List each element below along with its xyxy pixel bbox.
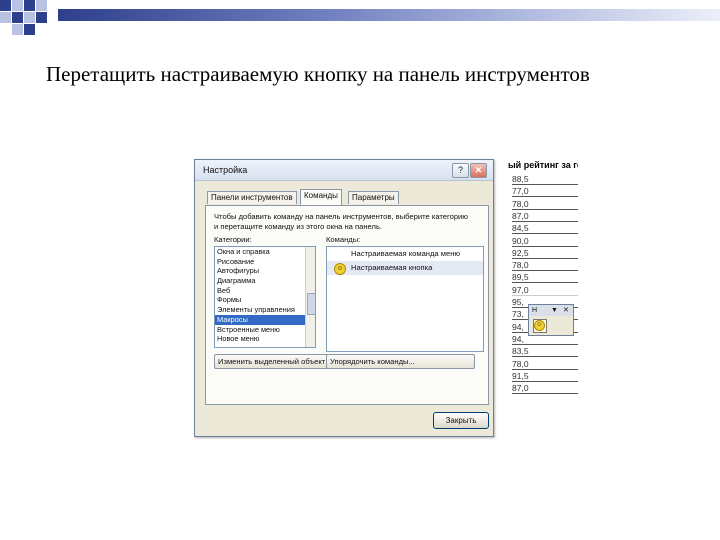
categories-scrollbar[interactable] xyxy=(305,247,315,347)
category-item[interactable]: Диаграмма xyxy=(215,276,315,286)
spreadsheet-cell[interactable]: 90,0 xyxy=(512,236,578,247)
spreadsheet-cell[interactable]: 87,0 xyxy=(512,383,578,395)
deco-square xyxy=(12,0,23,11)
categories-label: Категории: xyxy=(214,235,252,244)
question-icon[interactable]: ? xyxy=(452,163,469,178)
floating-toolbar-title: Н xyxy=(532,307,538,314)
spreadsheet-cell[interactable]: 97,0 xyxy=(512,285,578,296)
deco-square xyxy=(24,12,35,23)
command-label: Настраиваемая кнопка xyxy=(351,263,433,272)
spreadsheet-cell[interactable]: 83,5 xyxy=(512,346,578,358)
command-item-custom-button[interactable]: ☺ Настраиваемая кнопка xyxy=(327,261,483,275)
dialog-title: Настройка xyxy=(203,165,248,175)
column-header: ый рейтинг за год xyxy=(508,160,578,170)
close-button[interactable]: Закрыть xyxy=(433,412,489,429)
deco-square xyxy=(24,0,35,11)
screenshot: ый рейтинг за год 88,577,078,087,084,590… xyxy=(192,157,578,440)
tab-options[interactable]: Параметры xyxy=(348,191,399,204)
smiley-icon: ☺ xyxy=(534,320,545,331)
category-item[interactable]: Автофигуры xyxy=(215,266,315,276)
spreadsheet-cell[interactable]: 78,0 xyxy=(512,199,578,210)
customize-dialog: Настройка ? ✕ Панели инструментов Команд… xyxy=(194,159,494,437)
spreadsheet-cell[interactable]: 87,0 xyxy=(512,211,578,222)
custom-button-on-toolbar[interactable]: ☺ xyxy=(533,319,547,333)
commands-label: Команды: xyxy=(326,235,361,244)
command-item-custom-menu[interactable]: Настраиваемая команда меню xyxy=(327,247,483,261)
floating-toolbar[interactable]: Н ▼ ✕ ☺ xyxy=(528,304,574,336)
spreadsheet-cell[interactable]: 84,5 xyxy=(512,223,578,235)
deco-square xyxy=(12,24,23,35)
category-item[interactable]: Новое меню xyxy=(215,334,315,344)
scrollbar-thumb[interactable] xyxy=(307,293,315,315)
spreadsheet-cell[interactable]: 88,5 xyxy=(512,174,578,185)
instructions-text: Чтобы добавить команду на панель инструм… xyxy=(214,212,468,231)
deco-square xyxy=(0,12,11,23)
spreadsheet-cell[interactable]: 91,5 xyxy=(512,371,578,382)
modify-selection-label: Изменить выделенный объект xyxy=(218,357,326,366)
spreadsheet-cell[interactable]: 78,0 xyxy=(512,260,578,272)
category-item[interactable]: Окна и справка xyxy=(215,247,315,257)
tab-toolbars[interactable]: Панели инструментов xyxy=(207,191,297,204)
deco-square xyxy=(0,0,11,11)
spreadsheet-cell[interactable]: 92,5 xyxy=(512,248,578,259)
deco-square xyxy=(36,0,47,11)
floating-toolbar-titlebar[interactable]: Н ▼ ✕ xyxy=(529,305,573,316)
deco-square xyxy=(24,24,35,35)
dialog-titlebar[interactable]: Настройка ? ✕ xyxy=(195,160,493,181)
category-item[interactable]: Веб xyxy=(215,286,315,296)
commands-panel: Чтобы добавить команду на панель инструм… xyxy=(205,205,489,405)
spreadsheet-cell[interactable]: 78,0 xyxy=(512,359,578,370)
deco-square xyxy=(12,12,23,23)
rearrange-commands-button[interactable]: Упорядочить команды... xyxy=(326,354,475,369)
rearrange-commands-label: Упорядочить команды... xyxy=(330,357,415,366)
smiley-icon: ☺ xyxy=(334,263,346,275)
command-label: Настраиваемая команда меню xyxy=(351,249,461,258)
chevron-down-icon[interactable]: ▼ xyxy=(551,305,558,316)
deco-gradient-band xyxy=(58,9,720,21)
deco-square xyxy=(36,12,47,23)
slide-title: Перетащить настраиваемую кнопку на панел… xyxy=(46,62,590,86)
category-item[interactable]: Элементы управления xyxy=(215,305,315,315)
spreadsheet-cell[interactable]: 77,0 xyxy=(512,186,578,198)
category-item[interactable]: Встроенные меню xyxy=(215,325,315,335)
categories-list[interactable]: Окна и справка Рисование Автофигуры Диаг… xyxy=(214,246,316,348)
category-item-selected[interactable]: Макросы xyxy=(215,314,315,325)
tab-commands[interactable]: Команды xyxy=(300,189,342,205)
close-icon[interactable]: ✕ xyxy=(563,305,569,316)
spreadsheet-cell[interactable]: 89,5 xyxy=(512,272,578,284)
category-item[interactable]: Формы xyxy=(215,295,315,305)
close-icon[interactable]: ✕ xyxy=(470,163,487,178)
category-item[interactable]: Рисование xyxy=(215,257,315,267)
commands-list[interactable]: Настраиваемая команда меню ☺ Настраиваем… xyxy=(326,246,484,352)
